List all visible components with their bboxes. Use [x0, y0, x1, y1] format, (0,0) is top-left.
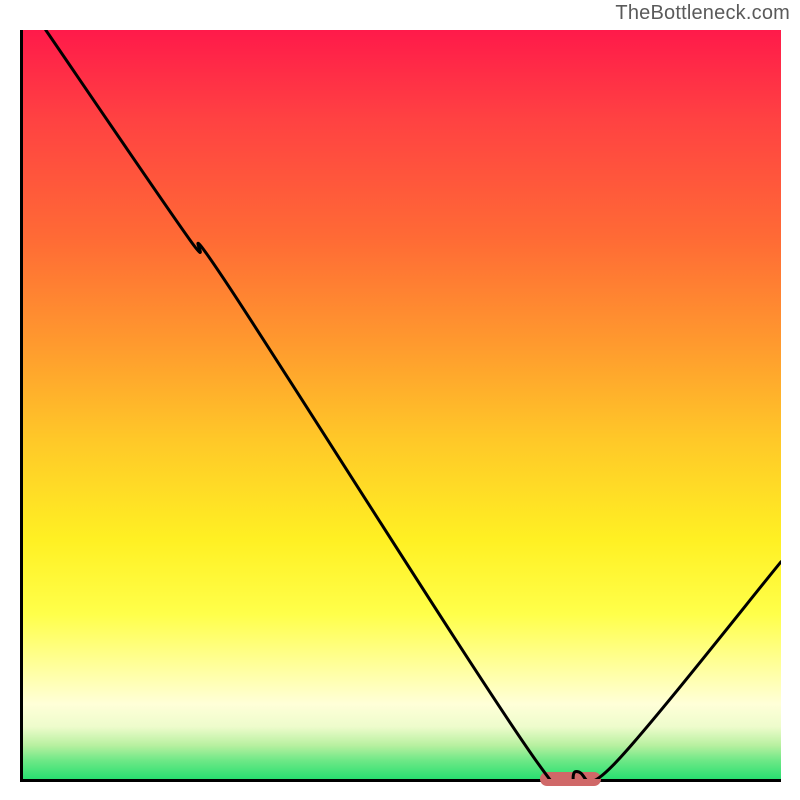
bottleneck-curve [23, 30, 781, 779]
watermark-text: TheBottleneck.com [615, 2, 790, 25]
chart-plot-area [20, 30, 781, 782]
